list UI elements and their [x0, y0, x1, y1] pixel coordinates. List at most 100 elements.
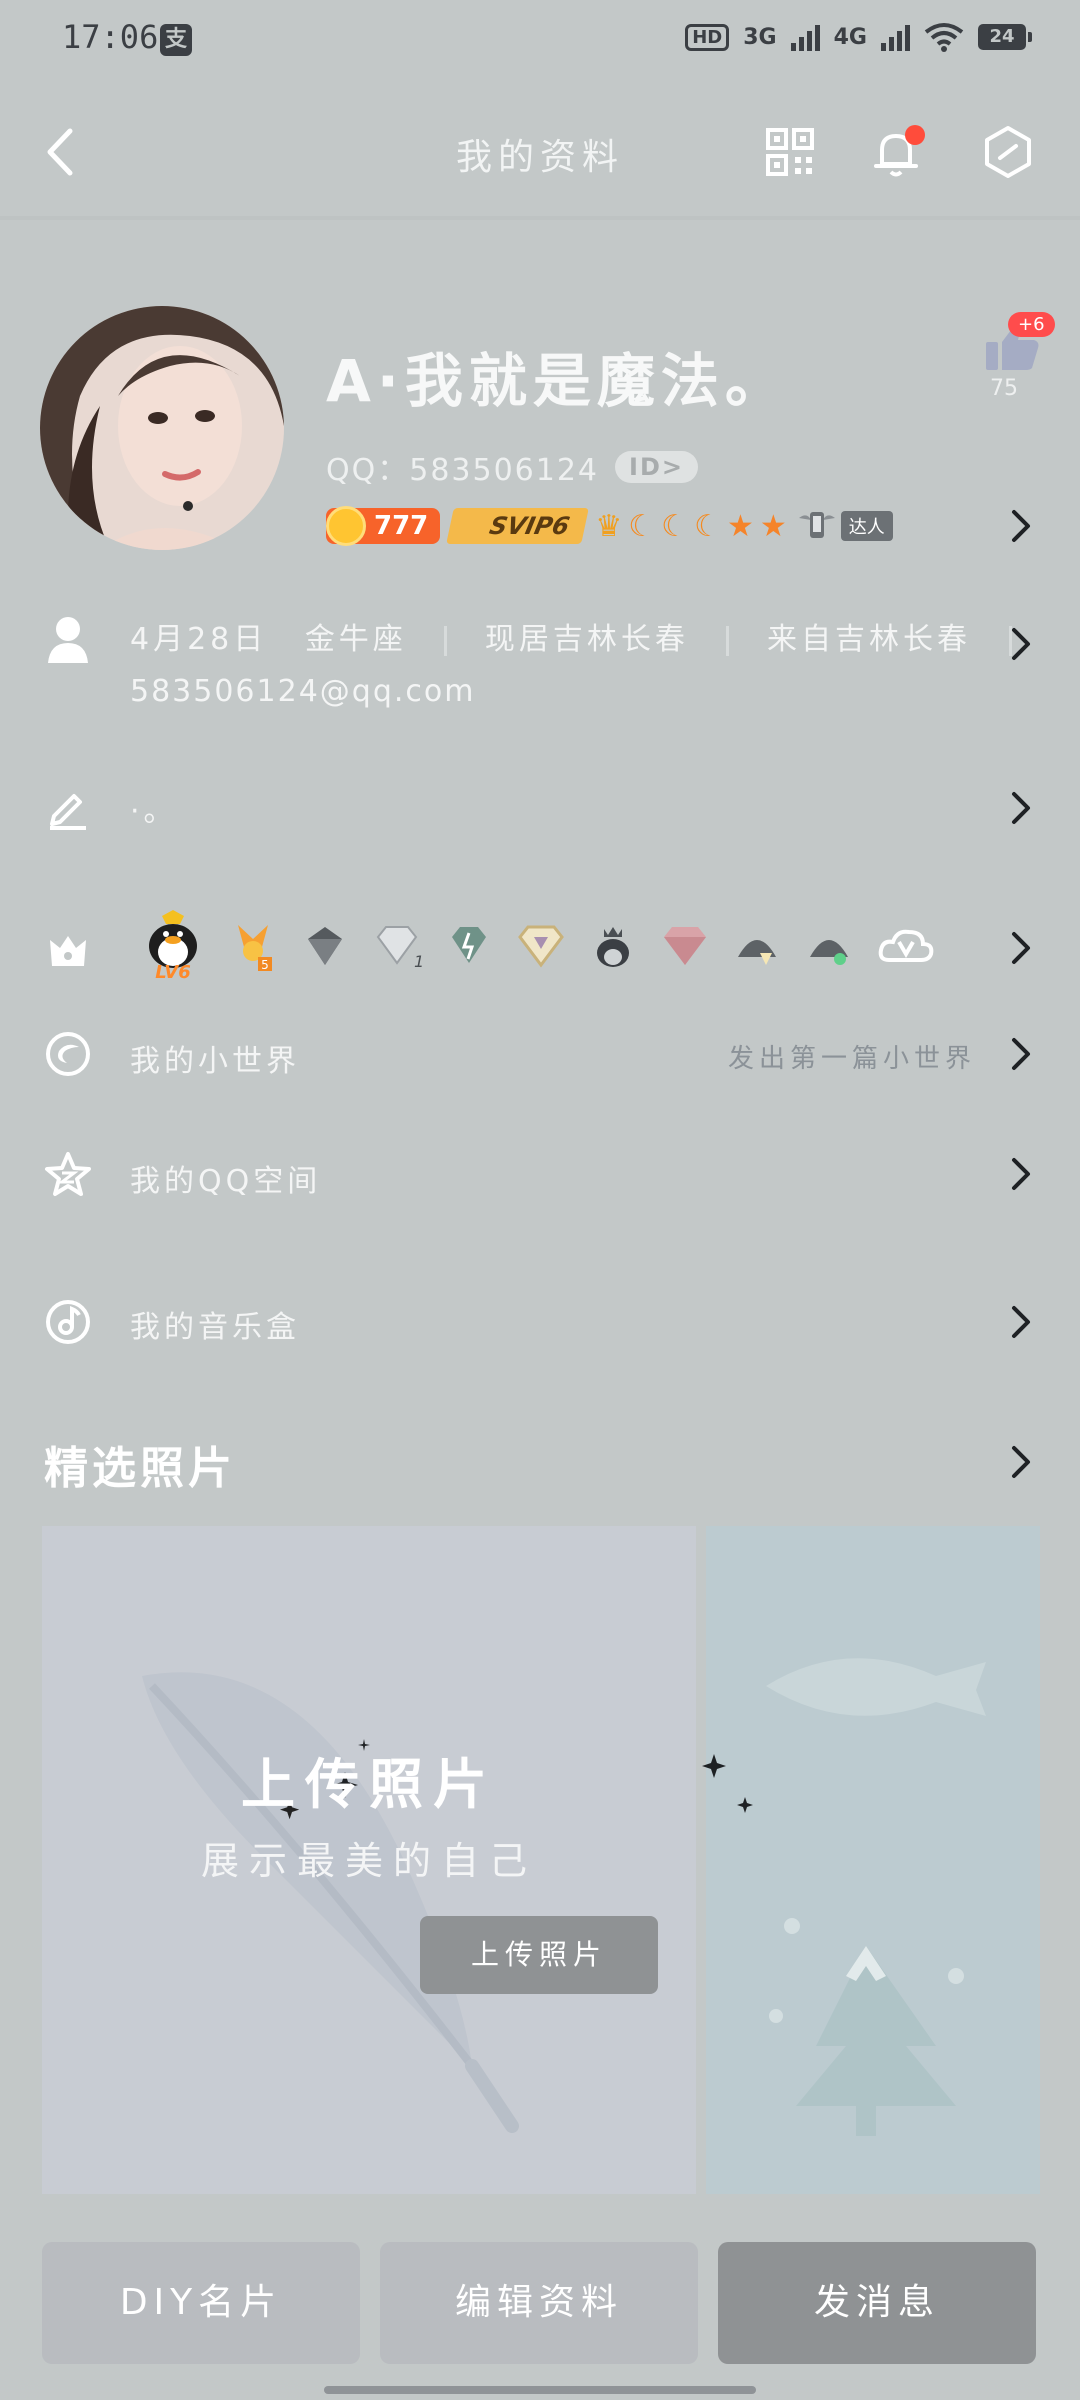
- qq-number-line: QQ：583506124 ID>: [326, 445, 698, 489]
- coin-icon: [326, 506, 366, 546]
- music-chevron[interactable]: [1006, 1298, 1036, 1346]
- upload-photo-subtitle: 展示最美的自己: [200, 1839, 537, 1883]
- diy-card-button[interactable]: DIY名片: [42, 2242, 360, 2364]
- qzone-label[interactable]: 我的QQ空间: [130, 1156, 321, 1200]
- wifi-icon: [924, 23, 964, 52]
- music-box-icon: [40, 1294, 96, 1350]
- honor-badges[interactable]: LV6 5 1: [140, 906, 936, 986]
- avatar[interactable]: [40, 306, 284, 550]
- like-increment-badge: +6: [1008, 312, 1055, 337]
- network-4g-label: 4G: [833, 24, 867, 50]
- gold-diamond-icon: [516, 921, 566, 971]
- battery-icon: 24: [978, 24, 1032, 50]
- coin-badge: 777: [326, 506, 441, 546]
- my-world-label[interactable]: 我的小世界: [130, 1036, 300, 1080]
- svip-badge: SVIP6: [446, 508, 590, 544]
- fish-tree-illustration: [766, 1658, 986, 2136]
- chevron-right-icon: [1012, 628, 1030, 660]
- star-icon: ★: [726, 508, 754, 544]
- qzone-chevron[interactable]: [1006, 1150, 1036, 1198]
- green-hat-icon: [804, 921, 854, 971]
- gray-hat-icon: [732, 921, 782, 971]
- badge-number-5: 5: [261, 958, 269, 971]
- person-icon: [40, 612, 96, 668]
- star-icon: ★: [759, 508, 787, 544]
- profile-info-line[interactable]: 4月28日 金牛座 现居吉林长春 来自吉林长春: [130, 614, 1036, 658]
- world-chevron[interactable]: [1006, 1030, 1036, 1078]
- vip-chevron[interactable]: [1006, 502, 1036, 550]
- svip-label: SVIP6: [487, 512, 573, 540]
- sparkle-icon: [700, 1752, 728, 1784]
- chevron-right-icon: [1012, 932, 1030, 964]
- network-3g-label: 3G: [743, 24, 777, 50]
- winged-phone-icon: [798, 512, 835, 538]
- level-label: LV6: [155, 961, 191, 983]
- crown-icon: ♛: [595, 508, 623, 544]
- current-city: 现居吉林长春: [484, 622, 689, 657]
- notification-button[interactable]: [868, 122, 928, 182]
- daren-badge: 达人: [797, 506, 893, 546]
- divider: [444, 625, 448, 656]
- pink-diamond-icon: [660, 921, 710, 971]
- badge-number-1: 1: [414, 952, 422, 969]
- header-divider: [0, 216, 1080, 220]
- send-message-button[interactable]: 发消息: [718, 2242, 1036, 2364]
- moon-icon: ☾: [661, 508, 689, 544]
- dark-diamond-icon: [300, 921, 350, 971]
- qq-number: QQ：583506124: [326, 453, 600, 488]
- birthday: 4月28日: [130, 622, 268, 657]
- nickname: A·我就是魔法。: [326, 347, 789, 415]
- settings-button[interactable]: [978, 122, 1038, 182]
- moon-icon: ☾: [628, 508, 656, 544]
- zodiac: 金牛座: [304, 622, 407, 657]
- honors-chevron[interactable]: [1006, 924, 1036, 972]
- bell-icon: [874, 125, 925, 177]
- award-ribbon-icon: 5: [228, 921, 278, 971]
- hometown: 来自吉林长春: [767, 622, 971, 657]
- signal-icon: [790, 23, 820, 51]
- featured-photos-chevron[interactable]: [1006, 1438, 1036, 1486]
- penguin-level-icon: LV6: [140, 906, 206, 986]
- upload-photo-title: 上传照片: [241, 1753, 497, 1816]
- moon-icon: ☾: [694, 508, 721, 544]
- info-chevron[interactable]: [1006, 620, 1036, 668]
- qzone-star-icon: [40, 1146, 96, 1202]
- like-count: 75: [990, 376, 1018, 401]
- divider: [726, 625, 730, 656]
- home-indicator[interactable]: [324, 2386, 756, 2394]
- upload-photo-button[interactable]: 上传照片: [420, 1916, 658, 1994]
- music-box-label[interactable]: 我的音乐盒: [130, 1302, 300, 1346]
- vip-badges-row[interactable]: 777 SVIP6 ♛ ☾ ☾ ☾ ★ ★ 达人: [326, 506, 893, 546]
- coin-value: 777: [374, 511, 429, 541]
- chevron-right-icon: [1012, 1446, 1030, 1478]
- chevron-right-icon: [1012, 1038, 1030, 1070]
- signal-icon-2: [881, 23, 910, 51]
- green-diamond-icon: [444, 921, 494, 971]
- small-world-icon: [40, 1026, 96, 1082]
- crowned-penguin-icon: [588, 921, 638, 971]
- hexagon-settings-icon: [985, 126, 1031, 178]
- daren-label: 达人: [840, 511, 893, 541]
- email: 583506124@qq.com: [130, 674, 476, 709]
- featured-photos-title: 精选照片: [44, 1443, 236, 1494]
- crown-outline-icon: [40, 922, 96, 978]
- alipay-notification-icon: 支: [160, 24, 192, 56]
- silver-diamond-icon: 1: [372, 921, 422, 971]
- edit-profile-button[interactable]: 编辑资料: [380, 2242, 698, 2364]
- signature-chevron[interactable]: [1006, 784, 1036, 832]
- chevron-right-icon: [1012, 1158, 1030, 1190]
- my-world-hint: 发出第一篇小世界: [727, 1044, 976, 1074]
- photo-placeholder-panel: [706, 1526, 1040, 2194]
- status-icons: HD 3G 4G 24: [685, 22, 1032, 52]
- signature-text[interactable]: ·。: [130, 786, 178, 830]
- hd-voice-icon: HD: [685, 23, 730, 51]
- qr-code-button[interactable]: [760, 122, 820, 182]
- pencil-icon: [40, 780, 96, 836]
- qq-id-button[interactable]: ID>: [615, 451, 698, 483]
- chevron-right-icon: [1012, 510, 1030, 542]
- sparkle-icon: [736, 1796, 754, 1818]
- status-time: 17:06: [62, 18, 159, 56]
- chevron-right-icon: [1012, 792, 1030, 824]
- qq-level-icons: ♛ ☾ ☾ ☾ ★ ★: [595, 509, 786, 544]
- avatar-photo: [40, 306, 284, 550]
